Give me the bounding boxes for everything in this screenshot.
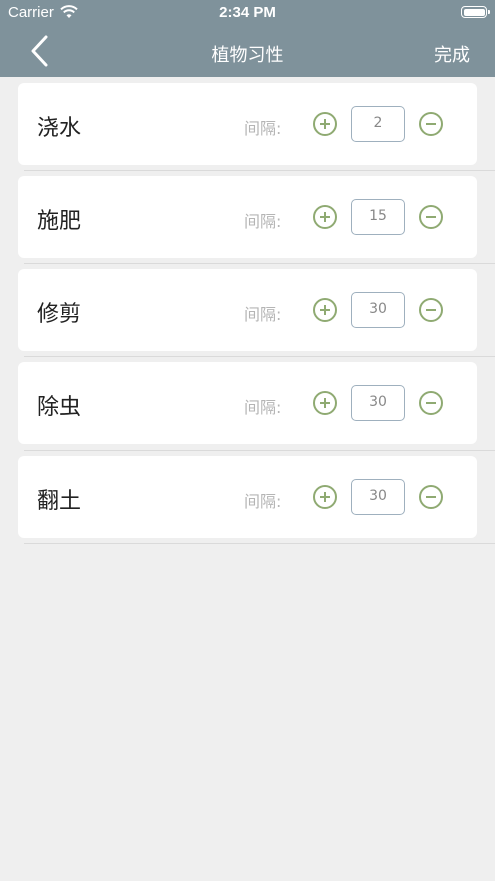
interval-value-field[interactable]: 2: [351, 106, 405, 142]
habit-label: 除虫: [37, 395, 82, 420]
interval-label: 间隔:: [244, 212, 282, 231]
increment-plus-icon[interactable]: [313, 298, 337, 322]
decrement-minus-icon[interactable]: [419, 485, 443, 509]
interval-value-field[interactable]: 30: [351, 479, 405, 515]
decrement-minus-icon[interactable]: [419, 205, 443, 229]
row-divider: [24, 356, 495, 357]
status-bar: Carrier 2:34 PM: [0, 0, 495, 26]
increment-plus-icon[interactable]: [313, 485, 337, 509]
habit-label: 修剪: [37, 302, 82, 327]
page-title: 植物习性: [211, 45, 284, 66]
decrement-minus-icon[interactable]: [419, 112, 443, 136]
habit-label: 浇水: [37, 116, 82, 141]
clock: 2:34 PM: [219, 4, 276, 21]
decrement-minus-icon[interactable]: [419, 298, 443, 322]
decrement-minus-icon[interactable]: [419, 391, 443, 415]
interval-value-field[interactable]: 30: [351, 292, 405, 328]
habit-row-soil-turning: 翻土 间隔: 30: [18, 456, 477, 538]
row-divider: [24, 450, 495, 451]
interval-label: 间隔:: [244, 492, 282, 511]
interval-label: 间隔:: [244, 119, 282, 138]
done-button[interactable]: 完成: [434, 41, 470, 67]
increment-plus-icon[interactable]: [313, 205, 337, 229]
interval-label: 间隔:: [244, 305, 282, 324]
interval-value-field[interactable]: 15: [351, 199, 405, 235]
habit-row-pruning: 修剪 间隔: 30: [18, 269, 477, 351]
row-divider: [24, 170, 495, 171]
battery-icon: [461, 6, 490, 18]
increment-plus-icon[interactable]: [313, 391, 337, 415]
habit-row-fertilizing: 施肥 间隔: 15: [18, 176, 477, 258]
habit-row-watering: 浇水 间隔: 2: [18, 83, 477, 165]
interval-value-field[interactable]: 30: [351, 385, 405, 421]
increment-plus-icon[interactable]: [313, 112, 337, 136]
habit-label: 施肥: [37, 209, 82, 234]
interval-label: 间隔:: [244, 398, 282, 417]
navigation-bar: Carrier 2:34 PM 植物习性 完成: [0, 0, 495, 77]
habit-row-pest-control: 除虫 间隔: 30: [18, 362, 477, 444]
habit-label: 翻土: [37, 489, 82, 514]
row-divider: [24, 263, 495, 264]
row-divider: [24, 543, 495, 544]
